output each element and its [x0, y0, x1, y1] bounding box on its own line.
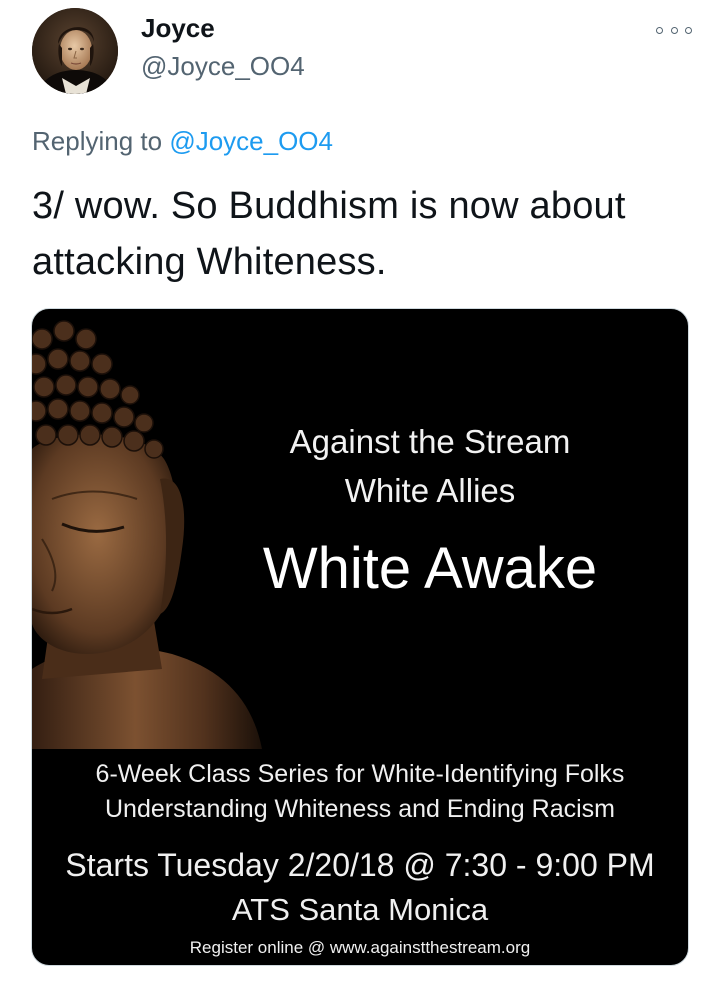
- portrait-avatar-icon: [32, 8, 118, 94]
- more-options-icon[interactable]: [656, 22, 692, 38]
- poster-schedule: Starts Tuesday 2/20/18 @ 7:30 - 9:00 PM: [65, 847, 655, 883]
- avatar[interactable]: [32, 8, 118, 94]
- poster-location: ATS Santa Monica: [231, 892, 489, 927]
- author-display-name[interactable]: Joyce: [141, 12, 215, 44]
- tweet-image[interactable]: Against the Stream White Allies White Aw…: [31, 308, 689, 966]
- replying-to-line: Replying to @Joyce_OO4: [32, 124, 333, 158]
- poster-register-info: Register online @ www.againstthestream.o…: [189, 938, 531, 957]
- poster-title-line1: Against the Stream: [289, 423, 571, 460]
- tweet-text: 3/ wow. So Buddhism is now about attacki…: [32, 185, 626, 283]
- reply-target-link[interactable]: @Joyce_OO4: [169, 126, 333, 156]
- poster-title-line2: White Allies: [344, 472, 516, 509]
- poster-description-line1: 6-Week Class Series for White-Identifyin…: [95, 760, 625, 788]
- poster-description-line2: Understanding Whiteness and Ending Racis…: [105, 795, 615, 823]
- dot-icon: [670, 26, 678, 34]
- author-handle[interactable]: @Joyce_OO4: [141, 50, 305, 82]
- dot-icon: [685, 26, 692, 34]
- poster-main-title: White Awake: [262, 536, 598, 601]
- replying-to-label: Replying to: [32, 126, 163, 156]
- buddha-statue-icon: [32, 320, 262, 749]
- dot-icon: [656, 26, 663, 34]
